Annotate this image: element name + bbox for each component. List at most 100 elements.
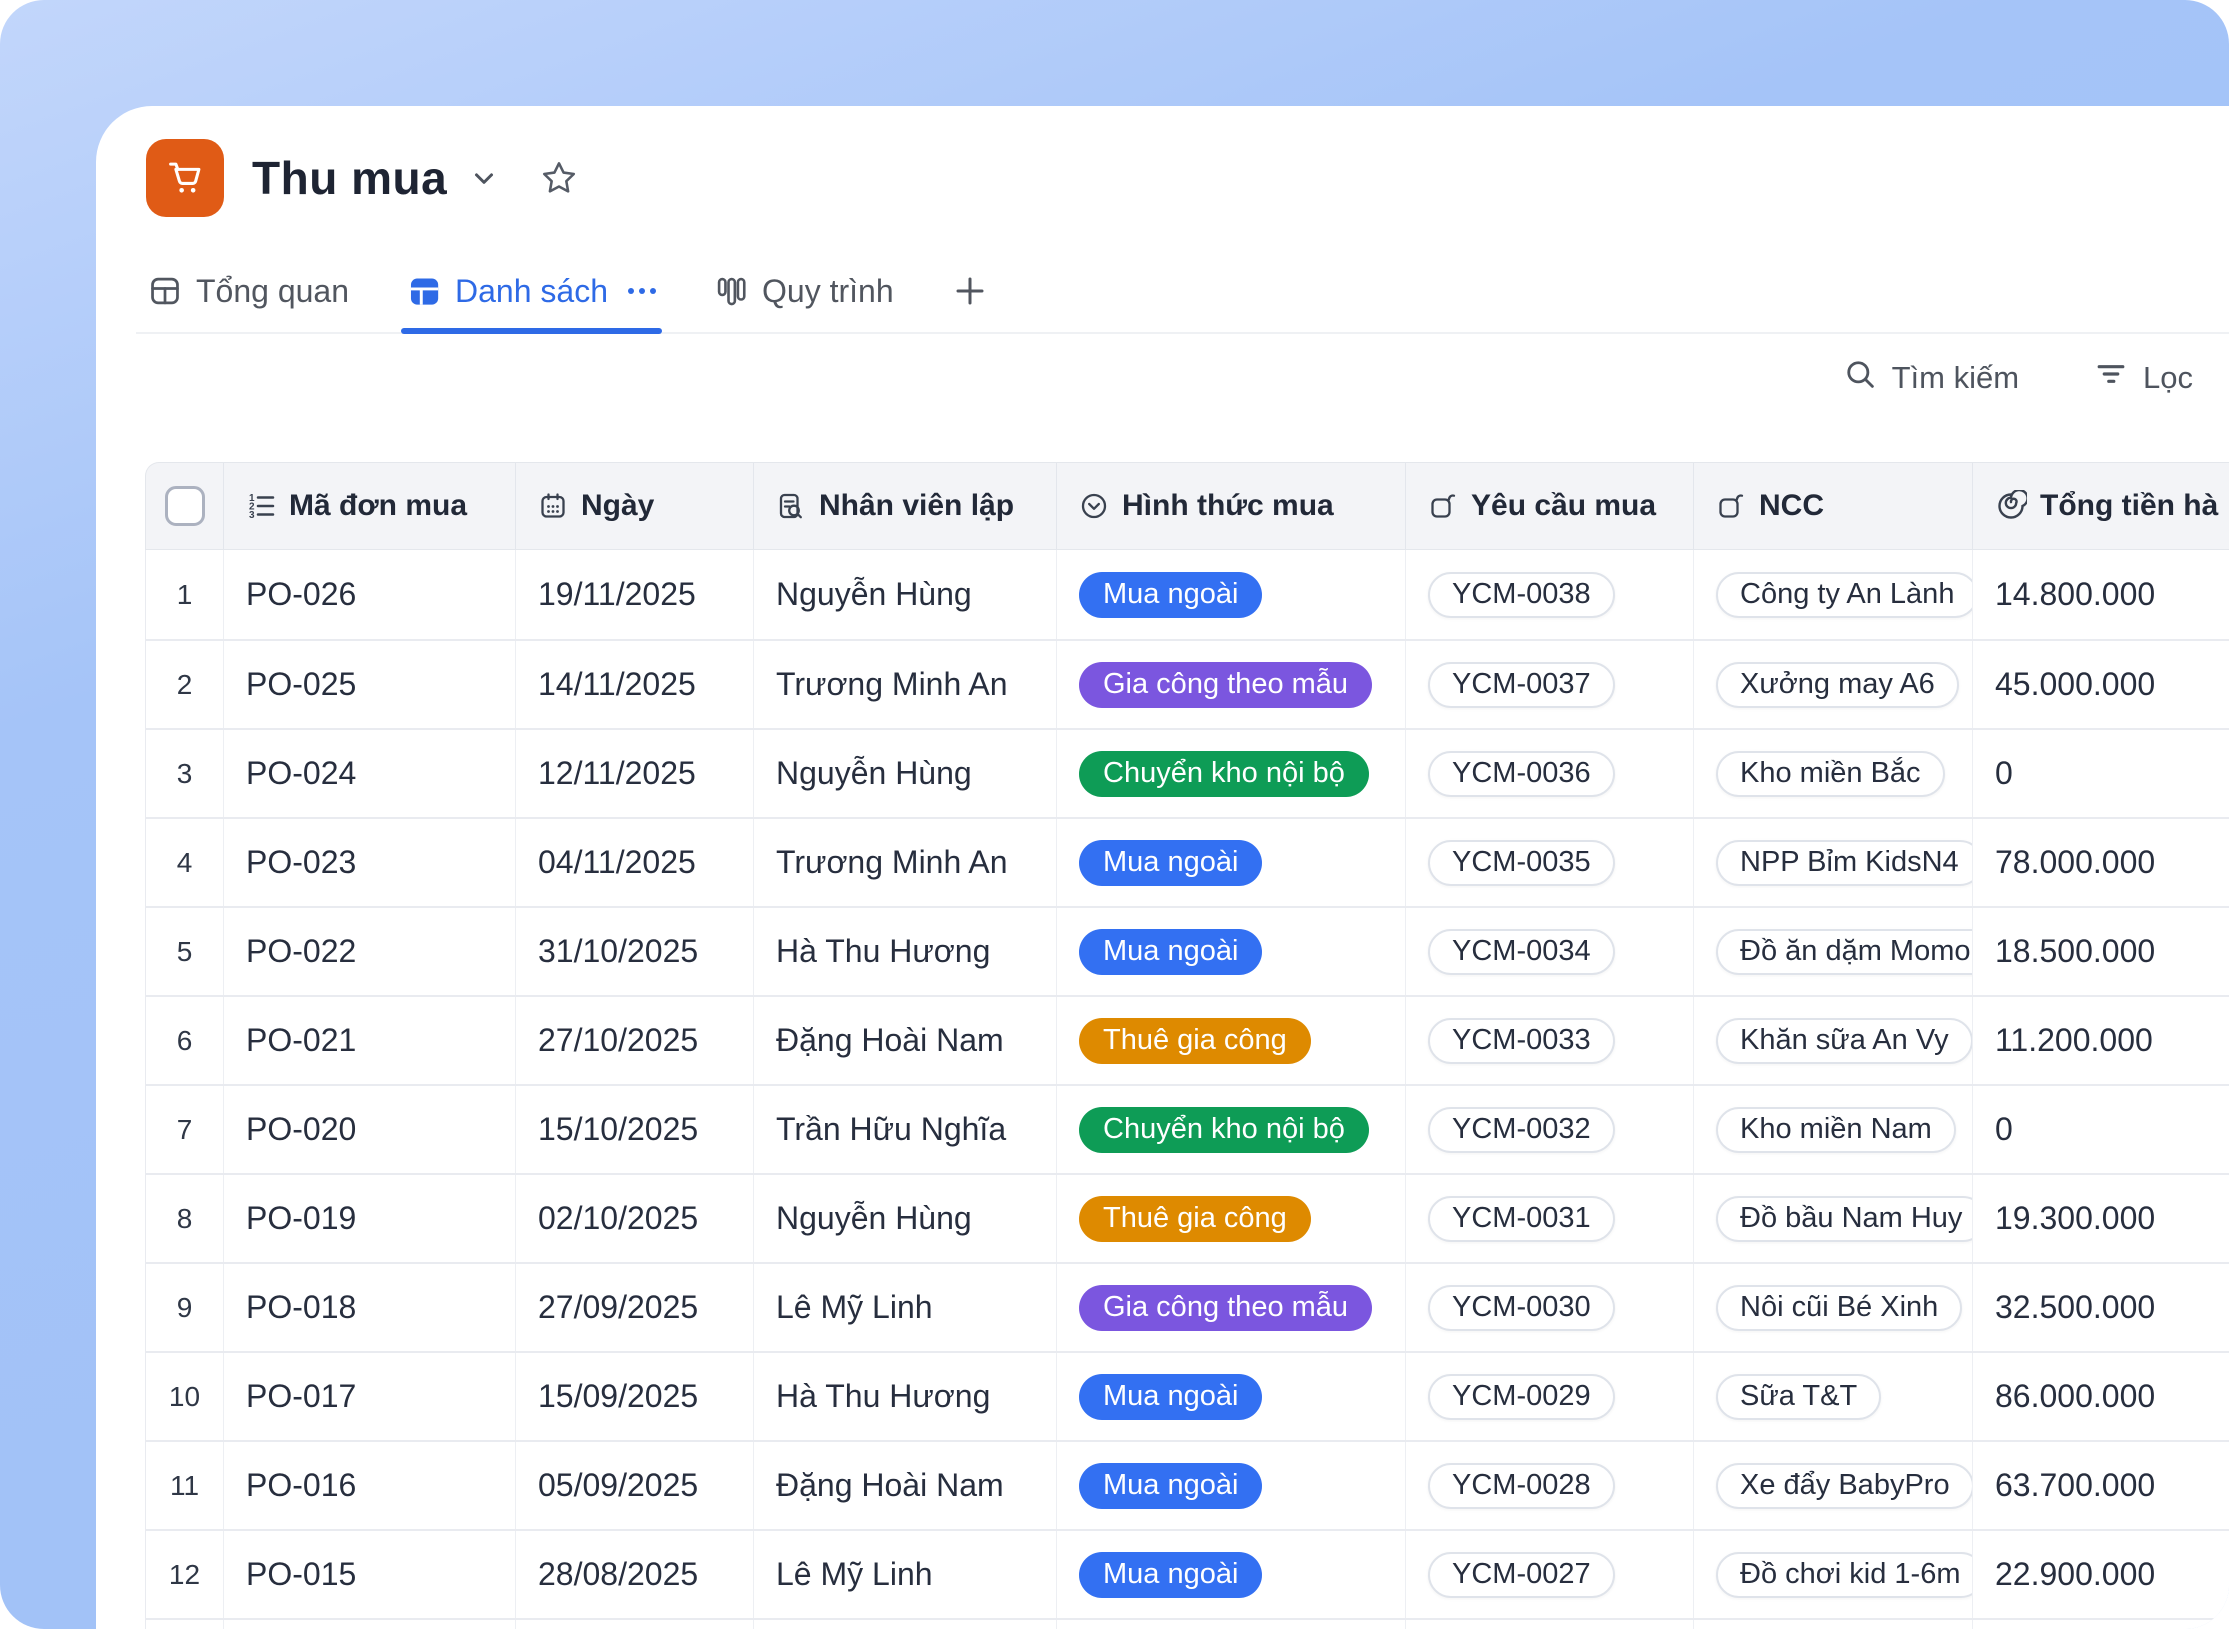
- search-button[interactable]: Tìm kiếm: [1842, 356, 2019, 400]
- cell-nhan-vien-lap[interactable]: Trương Minh An: [754, 641, 1057, 728]
- cell-nhan-vien-lap[interactable]: Hà Thu Hương: [754, 908, 1057, 995]
- filter-button[interactable]: Lọc: [2093, 356, 2193, 400]
- column-header-nhan-vien-lap[interactable]: Nhân viên lập: [754, 463, 1057, 549]
- tab-danh-sach[interactable]: Danh sách: [407, 248, 656, 334]
- linked-supplier-pill[interactable]: Sữa T&T: [1716, 1374, 1881, 1420]
- table-row[interactable]: 8 PO-019 02/10/2025 Nguyễn Hùng Thuê gia…: [146, 1173, 2229, 1262]
- linked-request-pill[interactable]: YCM-0038: [1428, 572, 1615, 618]
- cell-ma-don-mua[interactable]: [224, 1620, 516, 1629]
- cell-ngay[interactable]: 04/11/2025: [516, 819, 754, 906]
- cell-ngay[interactable]: 27/10/2025: [516, 997, 754, 1084]
- select-all-checkbox[interactable]: [165, 486, 205, 526]
- cell-tong-tien[interactable]: 0: [1973, 1086, 2229, 1173]
- table-row[interactable]: 5 PO-022 31/10/2025 Hà Thu Hương Mua ngo…: [146, 906, 2229, 995]
- linked-request-pill[interactable]: YCM-0036: [1428, 751, 1615, 797]
- linked-supplier-pill[interactable]: NPP Bỉm KidsN4: [1716, 840, 1973, 886]
- cell-nhan-vien-lap[interactable]: [754, 1620, 1057, 1629]
- column-header-ma-don-mua[interactable]: 1 2 3 Mã đơn mua: [224, 463, 516, 549]
- linked-request-pill[interactable]: YCM-0034: [1428, 929, 1615, 975]
- cell-tong-tien[interactable]: 18.500.000: [1973, 908, 2229, 995]
- cell-hinh-thuc-mua[interactable]: Mua ngoài: [1057, 1442, 1406, 1529]
- add-view-button[interactable]: [952, 273, 988, 309]
- cell-ma-don-mua[interactable]: PO-022: [224, 908, 516, 995]
- cell-ma-don-mua[interactable]: PO-026: [224, 550, 516, 639]
- cell-yeu-cau-mua[interactable]: YCM-0027: [1406, 1531, 1694, 1618]
- cell-ncc[interactable]: Khăn sữa An Vy: [1694, 997, 1973, 1084]
- cell-hinh-thuc-mua[interactable]: Mua ngoài: [1057, 819, 1406, 906]
- purchase-type-badge[interactable]: Gia công theo mẫu: [1079, 1285, 1372, 1331]
- star-icon[interactable]: [539, 158, 579, 198]
- cell-ma-don-mua[interactable]: PO-016: [224, 1442, 516, 1529]
- cell-yeu-cau-mua[interactable]: YCM-0033: [1406, 997, 1694, 1084]
- cell-ma-don-mua[interactable]: PO-018: [224, 1264, 516, 1351]
- cell-ma-don-mua[interactable]: PO-019: [224, 1175, 516, 1262]
- purchase-type-badge[interactable]: Mua ngoài: [1079, 572, 1262, 618]
- purchase-type-badge[interactable]: Chuyển kho nội bộ: [1079, 1107, 1369, 1153]
- column-header-tong-tien[interactable]: Tổng tiền hà: [1973, 463, 2229, 549]
- purchase-type-badge[interactable]: Mua ngoài: [1079, 1463, 1262, 1509]
- linked-supplier-pill[interactable]: Đồ bầu Nam Huy: [1716, 1196, 1973, 1242]
- cell-hinh-thuc-mua[interactable]: Mua ngoài: [1057, 1353, 1406, 1440]
- cell-yeu-cau-mua[interactable]: YCM-0037: [1406, 641, 1694, 728]
- purchase-type-badge[interactable]: Mua ngoài: [1079, 929, 1262, 975]
- cell-ncc[interactable]: Kho miền Nam: [1694, 1086, 1973, 1173]
- column-header-ngay[interactable]: Ngày: [516, 463, 754, 549]
- cell-ngay[interactable]: 31/10/2025: [516, 908, 754, 995]
- table-row[interactable]: 10 PO-017 15/09/2025 Hà Thu Hương Mua ng…: [146, 1351, 2229, 1440]
- linked-request-pill[interactable]: YCM-0033: [1428, 1018, 1615, 1064]
- table-row[interactable]: 2 PO-025 14/11/2025 Trương Minh An Gia c…: [146, 639, 2229, 728]
- table-row[interactable]: 3 PO-024 12/11/2025 Nguyễn Hùng Chuyển k…: [146, 728, 2229, 817]
- linked-supplier-pill[interactable]: Kho miền Bắc: [1716, 751, 1945, 797]
- cell-hinh-thuc-mua[interactable]: Chuyển kho nội bộ: [1057, 730, 1406, 817]
- purchase-type-badge[interactable]: Mua ngoài: [1079, 1552, 1262, 1598]
- cell-ma-don-mua[interactable]: PO-020: [224, 1086, 516, 1173]
- linked-request-pill[interactable]: YCM-0035: [1428, 840, 1615, 886]
- tab-more-icon[interactable]: [628, 288, 656, 294]
- cell-tong-tien[interactable]: 86.000.000: [1973, 1353, 2229, 1440]
- cell-nhan-vien-lap[interactable]: Lê Mỹ Linh: [754, 1264, 1057, 1351]
- purchase-type-badge[interactable]: Chuyển kho nội bộ: [1079, 751, 1369, 797]
- cell-yeu-cau-mua[interactable]: YCM-0038: [1406, 550, 1694, 639]
- cell-yeu-cau-mua[interactable]: YCM-0036: [1406, 730, 1694, 817]
- purchase-type-badge[interactable]: Mua ngoài: [1079, 1374, 1262, 1420]
- linked-request-pill[interactable]: YCM-0037: [1428, 662, 1615, 708]
- cell-ncc[interactable]: Công ty An Lành: [1694, 550, 1973, 639]
- purchase-type-badge[interactable]: Thuê gia công: [1079, 1196, 1311, 1242]
- cell-ma-don-mua[interactable]: PO-015: [224, 1531, 516, 1618]
- cell-nhan-vien-lap[interactable]: Trương Minh An: [754, 819, 1057, 906]
- linked-supplier-pill[interactable]: Công ty An Lành: [1716, 572, 1973, 618]
- cell-tong-tien[interactable]: 32.500.000: [1973, 1264, 2229, 1351]
- cell-ngay[interactable]: 15/10/2025: [516, 1086, 754, 1173]
- cell-ngay[interactable]: 15/09/2025: [516, 1353, 754, 1440]
- chevron-down-icon[interactable]: [469, 163, 499, 193]
- table-row[interactable]: 1 PO-026 19/11/2025 Nguyễn Hùng Mua ngoà…: [146, 550, 2229, 639]
- cell-nhan-vien-lap[interactable]: Lê Mỹ Linh: [754, 1531, 1057, 1618]
- linked-request-pill[interactable]: YCM-0030: [1428, 1285, 1615, 1331]
- cell-hinh-thuc-mua[interactable]: Thuê gia công: [1057, 997, 1406, 1084]
- cell-ncc[interactable]: [1694, 1620, 1973, 1629]
- cell-yeu-cau-mua[interactable]: [1406, 1620, 1694, 1629]
- linked-request-pill[interactable]: YCM-0029: [1428, 1374, 1615, 1420]
- cell-ma-don-mua[interactable]: PO-017: [224, 1353, 516, 1440]
- table-row[interactable]: 4 PO-023 04/11/2025 Trương Minh An Mua n…: [146, 817, 2229, 906]
- linked-supplier-pill[interactable]: Đồ ăn dặm Momo: [1716, 929, 1973, 975]
- linked-supplier-pill[interactable]: Nôi cũi Bé Xinh: [1716, 1285, 1962, 1331]
- cell-tong-tien[interactable]: 0: [1973, 730, 2229, 817]
- cell-ngay[interactable]: 05/09/2025: [516, 1442, 754, 1529]
- cell-ngay[interactable]: 12/11/2025: [516, 730, 754, 817]
- cell-hinh-thuc-mua[interactable]: Gia công theo mẫu: [1057, 641, 1406, 728]
- cell-ncc[interactable]: NPP Bỉm KidsN4: [1694, 819, 1973, 906]
- cell-hinh-thuc-mua[interactable]: Mua ngoài: [1057, 550, 1406, 639]
- linked-supplier-pill[interactable]: Kho miền Nam: [1716, 1107, 1956, 1153]
- cell-tong-tien[interactable]: 14.800.000: [1973, 550, 2229, 639]
- purchase-type-badge[interactable]: Thuê gia công: [1079, 1018, 1311, 1064]
- cell-tong-tien[interactable]: 11.200.000: [1973, 997, 2229, 1084]
- cell-tong-tien[interactable]: 22.900.000: [1973, 1531, 2229, 1618]
- linked-request-pill[interactable]: YCM-0031: [1428, 1196, 1615, 1242]
- cell-tong-tien[interactable]: 63.700.000: [1973, 1442, 2229, 1529]
- cell-nhan-vien-lap[interactable]: Hà Thu Hương: [754, 1353, 1057, 1440]
- cell-nhan-vien-lap[interactable]: Nguyễn Hùng: [754, 730, 1057, 817]
- cell-nhan-vien-lap[interactable]: Đặng Hoài Nam: [754, 997, 1057, 1084]
- linked-supplier-pill[interactable]: Khăn sữa An Vy: [1716, 1018, 1973, 1064]
- cell-yeu-cau-mua[interactable]: YCM-0032: [1406, 1086, 1694, 1173]
